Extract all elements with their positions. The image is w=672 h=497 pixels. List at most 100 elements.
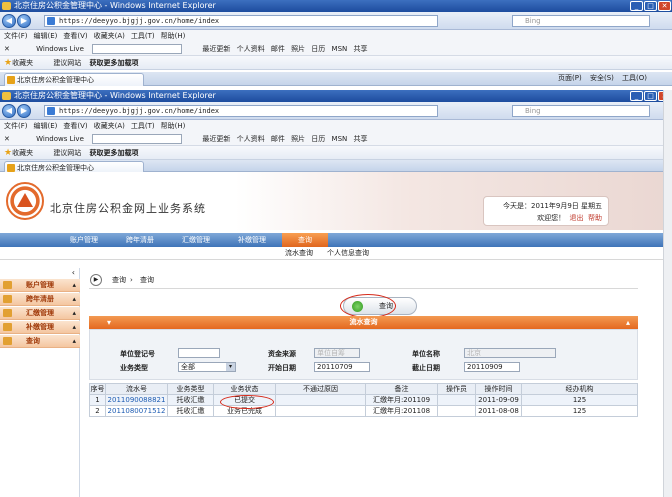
nav-query[interactable]: 查询	[282, 233, 328, 247]
safety-menu[interactable]: 安全(S)	[590, 73, 614, 83]
highlight-circle	[340, 294, 396, 318]
favorites-star-icon-2[interactable]: ★	[4, 148, 12, 158]
unit-name-input[interactable]: 北京	[464, 348, 556, 358]
minimize-icon-2[interactable]: _	[630, 91, 643, 101]
fund-source-select[interactable]: 单位自筹	[314, 348, 360, 358]
menu-help-2[interactable]: 帮助(H)	[161, 122, 186, 130]
live-recent[interactable]: 最近更新	[202, 45, 230, 53]
subnav-personal-query[interactable]: 个人信息查询	[327, 247, 369, 260]
flow-no-link[interactable]: 2011080071512	[105, 405, 168, 417]
url-input[interactable]: https://deeyyo.bjgjj.gov.cn/home/index	[44, 15, 438, 27]
live-profile[interactable]: 个人资料	[237, 45, 265, 53]
table-row[interactable]: 2 2011080071512 托收汇缴 业务已完成 汇缴年月:201108 2…	[89, 405, 638, 417]
live-search-input-2[interactable]	[92, 134, 183, 144]
maximize-icon-2[interactable]: □	[644, 91, 657, 101]
forward-icon-2[interactable]: ▶	[17, 104, 31, 118]
sidebar-item-supplement[interactable]: 补缴管理 ▴	[0, 321, 80, 334]
nav-supplement[interactable]: 补缴管理	[224, 233, 280, 247]
page-menu[interactable]: 页面(P)	[558, 73, 582, 83]
favorites-label[interactable]: 收藏夹	[12, 59, 33, 67]
get-addons-link[interactable]: 获取更多加载项	[90, 59, 139, 67]
menu-edit-2[interactable]: 编辑(E)	[34, 122, 58, 130]
sidebar-item-remit[interactable]: 汇缴管理 ▴	[0, 307, 80, 320]
biz-type-select[interactable]: 全部 ▾	[178, 362, 236, 372]
site-logo	[6, 182, 44, 220]
close-toolbar-icon[interactable]: ✕	[4, 45, 10, 53]
live-msn-2[interactable]: MSN	[332, 135, 348, 143]
search-input-2[interactable]: Bing	[512, 105, 650, 117]
suggested-sites-link[interactable]: 建议网站	[53, 59, 81, 67]
close-toolbar-icon-2[interactable]: ✕	[4, 135, 10, 143]
close-icon[interactable]: ✕	[658, 1, 671, 11]
breadcrumb-2: 查询	[140, 276, 154, 284]
menu-edit[interactable]: 编辑(E)	[34, 32, 58, 40]
live-profile-2[interactable]: 个人资料	[237, 135, 265, 143]
col-agency: 经办机构	[521, 383, 638, 395]
live-search-input[interactable]	[92, 44, 183, 54]
subnav-flow-query[interactable]: 流水查询	[285, 247, 313, 260]
unit-reg-label: 单位登记号	[120, 350, 155, 358]
tools-menu[interactable]: 工具(O)	[622, 73, 647, 83]
live-calendar-2[interactable]: 日历	[311, 135, 325, 143]
flow-no-link[interactable]: 2011090088821	[105, 394, 168, 406]
help-link[interactable]: 帮助	[588, 214, 602, 222]
browser-tab[interactable]: 北京住房公积金管理中心	[4, 73, 144, 86]
windows-icon-2	[26, 135, 34, 143]
back-icon[interactable]: ◀	[2, 14, 16, 28]
sidebar-item-query[interactable]: 查询 ▴	[0, 335, 80, 348]
col-flow-no: 流水号	[105, 383, 168, 395]
minimize-icon[interactable]: _	[630, 1, 643, 11]
end-date-input[interactable]: 20110909	[464, 362, 520, 372]
menu-tools[interactable]: 工具(T)	[131, 32, 155, 40]
menu-bar-2: 文件(F) 编辑(E) 查看(V) 收藏夹(A) 工具(T) 帮助(H)	[0, 120, 672, 132]
sidebar-item-crossyear[interactable]: 跨年清册 ▴	[0, 293, 80, 306]
suggested-sites-icon	[43, 59, 51, 67]
menu-favorites[interactable]: 收藏夹(A)	[94, 32, 125, 40]
collapse-icon[interactable]: ▴	[626, 316, 630, 329]
logout-link[interactable]: 退出	[570, 214, 584, 222]
menu-view-2[interactable]: 查看(V)	[63, 122, 87, 130]
menu-file-2[interactable]: 文件(F)	[4, 122, 28, 130]
maximize-icon[interactable]: □	[644, 1, 657, 11]
tab-strip-2: 北京住房公积金管理中心	[0, 160, 672, 172]
table-row[interactable]: 1 2011090088821 托收汇缴 已提交 汇缴年月:201109 201…	[89, 394, 638, 406]
browser-tab-2[interactable]: 北京住房公积金管理中心	[4, 161, 144, 172]
live-photos-2[interactable]: 照片	[291, 135, 305, 143]
live-mail[interactable]: 邮件	[271, 45, 285, 53]
sidebar-collapse-icon[interactable]: ‹	[0, 268, 80, 278]
nav-crossyear[interactable]: 跨年清册	[112, 233, 168, 247]
sidebar-item-account[interactable]: 账户管理 ▴	[0, 279, 80, 292]
live-calendar[interactable]: 日历	[311, 45, 325, 53]
menu-favorites-2[interactable]: 收藏夹(A)	[94, 122, 125, 130]
fund-source-label: 资金来源	[268, 350, 296, 358]
live-share[interactable]: 共享	[354, 45, 368, 53]
suggested-sites-icon-2	[43, 149, 51, 157]
col-biz-type: 业务类型	[167, 383, 214, 395]
search-input[interactable]: Bing	[512, 15, 650, 27]
unit-reg-input[interactable]	[178, 348, 220, 358]
live-msn[interactable]: MSN	[332, 45, 348, 53]
back-icon-2[interactable]: ◀	[2, 104, 16, 118]
get-addons-link-2[interactable]: 获取更多加载项	[90, 149, 139, 157]
user-info-box: 今天是：2011年9月9日 星期五 欢迎您！ 退出 帮助	[483, 196, 609, 226]
nav-remit[interactable]: 汇缴管理	[168, 233, 224, 247]
live-recent-2[interactable]: 最近更新	[202, 135, 230, 143]
menu-tools-2[interactable]: 工具(T)	[131, 122, 155, 130]
windows-live-label: Windows Live	[36, 45, 84, 53]
vertical-scrollbar[interactable]	[663, 90, 672, 497]
nav-account[interactable]: 账户管理	[56, 233, 112, 247]
url-input-2[interactable]: https://deeyyo.bjgjj.gov.cn/home/index	[44, 105, 438, 117]
suggested-sites-link-2[interactable]: 建议网站	[53, 149, 81, 157]
menu-help[interactable]: 帮助(H)	[161, 32, 186, 40]
start-date-input[interactable]: 20110709	[314, 362, 370, 372]
forward-icon[interactable]: ▶	[17, 14, 31, 28]
breadcrumb-1[interactable]: 查询	[112, 272, 126, 288]
live-photos[interactable]: 照片	[291, 45, 305, 53]
favorites-label-2[interactable]: 收藏夹	[12, 149, 33, 157]
menu-file[interactable]: 文件(F)	[4, 32, 28, 40]
live-share-2[interactable]: 共享	[354, 135, 368, 143]
menu-view[interactable]: 查看(V)	[63, 32, 87, 40]
sidebar: ‹ 账户管理 ▴ 跨年清册 ▴ 汇缴管理 ▴ 补缴管理 ▴ 查询 ▴	[0, 268, 80, 497]
favorites-star-icon[interactable]: ★	[4, 58, 12, 68]
live-mail-2[interactable]: 邮件	[271, 135, 285, 143]
